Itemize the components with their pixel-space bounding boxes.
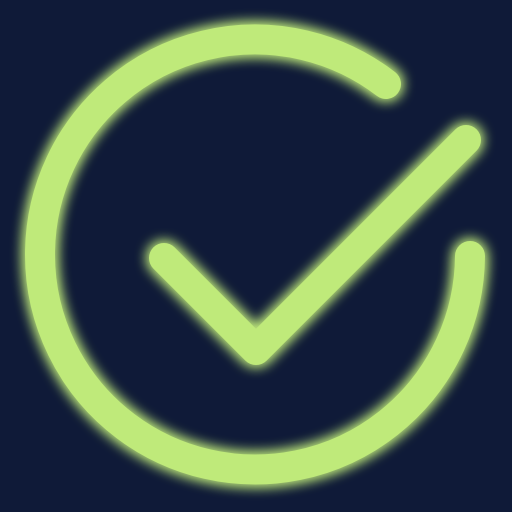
icon-canvas bbox=[0, 0, 512, 512]
check-circle-icon bbox=[0, 0, 512, 512]
icon-background bbox=[0, 0, 512, 512]
